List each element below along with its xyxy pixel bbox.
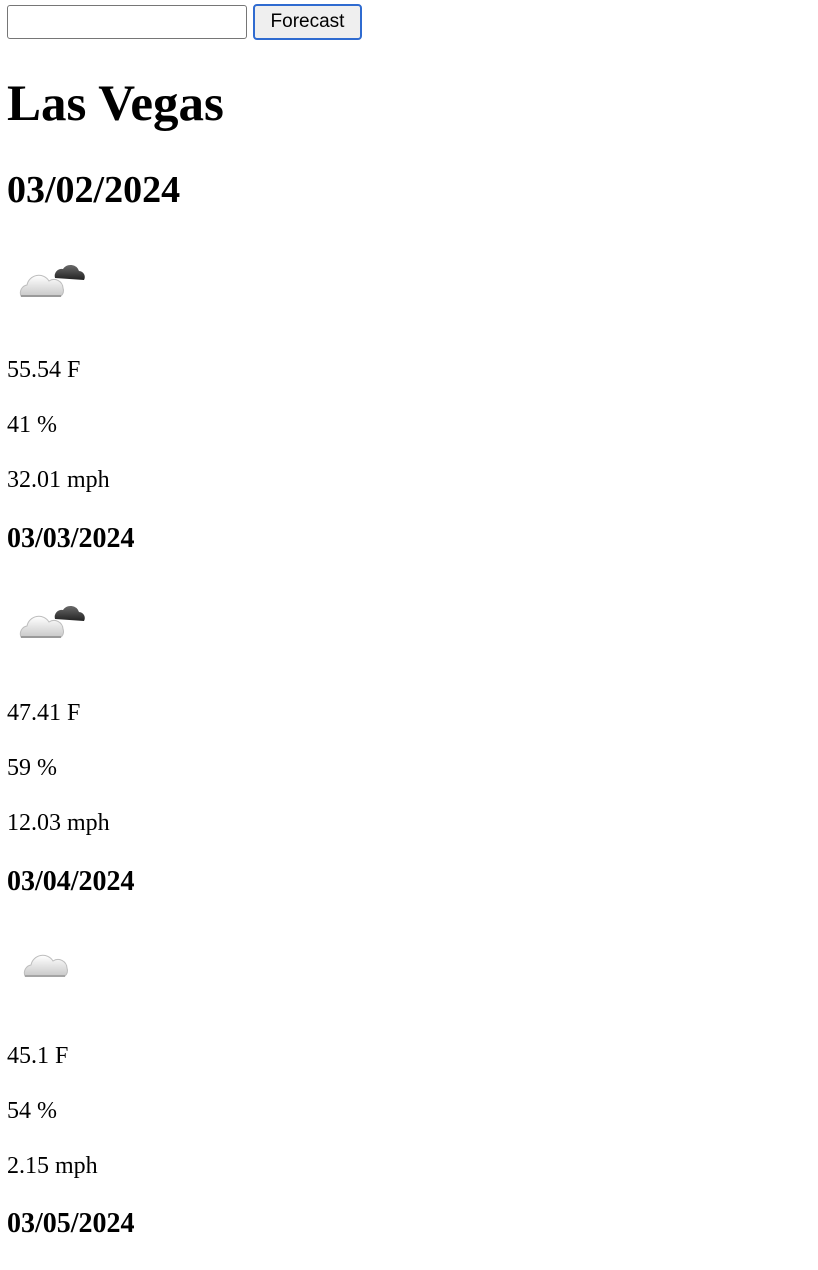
partly-cloudy-icon (11, 591, 91, 651)
cloud-icon (11, 934, 91, 994)
humidity-value: 59 % (7, 755, 57, 781)
humidity-value: 54 % (7, 1098, 57, 1124)
forecast-button[interactable]: Forecast (253, 4, 362, 40)
partly-cloudy-icon (11, 250, 91, 310)
forecast-date: 03/02/2024 (7, 169, 181, 211)
city-title: Las Vegas (7, 76, 224, 132)
wind-speed-value: 12.03 mph (7, 810, 110, 836)
forecast-date: 03/05/2024 (7, 1208, 135, 1239)
temperature-value: 55.54 F (7, 357, 81, 383)
forecast-date: 03/04/2024 (7, 866, 135, 897)
temperature-value: 45.1 F (7, 1043, 69, 1069)
wind-speed-value: 32.01 mph (7, 467, 110, 493)
city-search-input[interactable] (7, 5, 247, 39)
wind-speed-value: 2.15 mph (7, 1153, 98, 1179)
forecast-date: 03/03/2024 (7, 523, 135, 554)
temperature-value: 47.41 F (7, 700, 81, 726)
humidity-value: 41 % (7, 412, 57, 438)
